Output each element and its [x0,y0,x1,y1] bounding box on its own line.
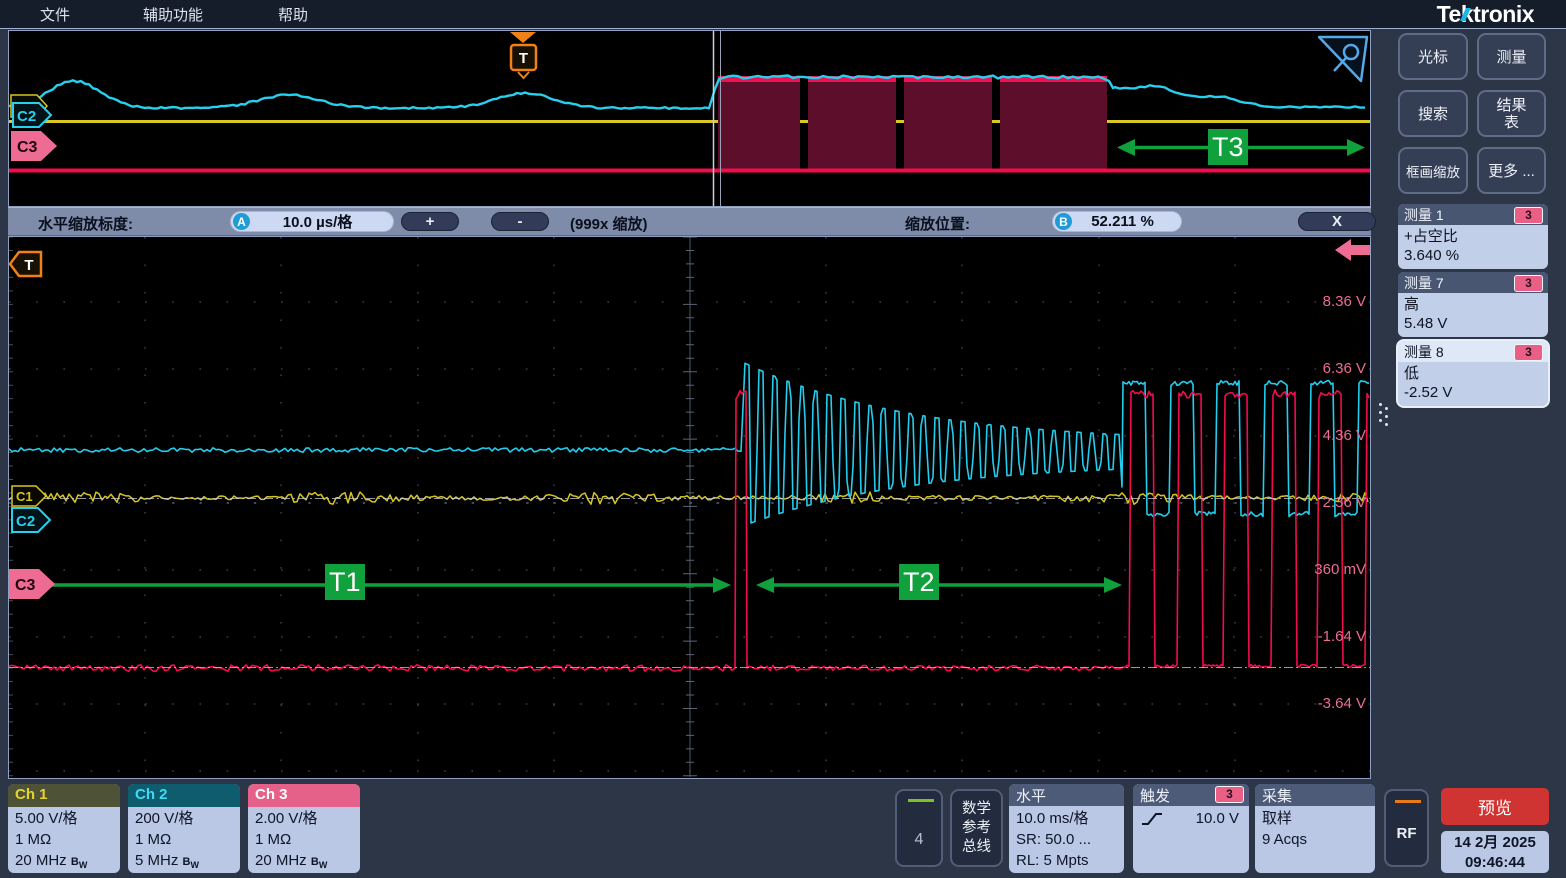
t1-annotation: T1 [325,564,365,600]
math-ref-bus-button[interactable]: 数学 参考 总线 [950,789,1003,867]
oscilloscope-screen: { "menu": {"items": ["文件", "辅助功能", "帮助"]… [0,0,1566,878]
trigger-badge[interactable]: 触发 3 10.0 V [1133,784,1249,873]
trigger-level-marker[interactable]: T [10,252,41,276]
horizontal-badge[interactable]: 水平 10.0 ms/格 SR: 50.0 ... RL: 5 Mpts [1009,784,1124,873]
svg-text:C3: C3 [17,139,38,156]
measurement-badge-8[interactable]: 测量 8 3 低-2.52 V [1398,341,1548,406]
t2-arrow [756,577,1122,593]
t3-annotation: T3 [1208,129,1248,165]
box-zoom-button[interactable]: 框画缩放 [1398,147,1468,194]
voltage-label: 8.36 V [1270,293,1366,311]
svg-text:C3: C3 [15,577,36,594]
zoom-flag-icon[interactable] [1319,37,1367,81]
svg-text:C2: C2 [17,108,36,125]
channel3-label[interactable]: C3 [9,569,55,599]
overview-channel3-label[interactable]: C3 [11,131,57,161]
acquisition-badge[interactable]: 采集 取样 9 Acqs [1255,784,1375,873]
voltage-label: 6.36 V [1270,360,1366,378]
zoom-in-button[interactable]: + [401,212,459,231]
trigger-source-badge: 3 [1215,786,1244,803]
source-badge: 3 [1514,275,1543,292]
knob-a-icon: A [233,213,250,230]
graticule-grid [9,237,1370,777]
cursors-button[interactable]: 光标 [1398,33,1468,80]
trigger-position-marker[interactable]: T [510,32,536,78]
bandwidth-icon: BW [183,856,199,868]
t2-annotation: T2 [899,564,939,600]
measurement-badge-7[interactable]: 测量 7 3 高5.48 V [1398,272,1548,337]
main-waveforms: C1 C2 C3 T [9,237,1370,777]
menu-help[interactable]: 帮助 [278,4,308,25]
menu-file[interactable]: 文件 [40,4,70,25]
source-badge: 3 [1514,207,1543,224]
waveform-overview-panel[interactable]: T C1 C2 C3 [8,30,1371,207]
preview-button[interactable]: 预览 [1441,788,1549,825]
svg-text:C1: C1 [16,489,33,504]
zoom-position-label: 缩放位置: [905,213,970,234]
zoom-scale-knob[interactable]: A 10.0 µs/格 [230,211,394,232]
zoom-position-knob[interactable]: B 52.211 % [1052,211,1182,232]
menu-utility[interactable]: 辅助功能 [143,4,203,25]
main-waveform-panel[interactable]: C1 C2 C3 T [8,236,1371,779]
channel2-label[interactable]: C2 [12,508,50,532]
svg-text:C2: C2 [16,513,35,530]
bottom-status-bar: Ch 1 5.00 V/格 1 MΩ 20 MHz BW Ch 2 200 V/… [0,779,1566,878]
channel1-label[interactable]: C1 [12,486,46,506]
bandwidth-icon: BW [71,856,87,868]
rf-color-bar [1395,800,1421,803]
menu-bar: 文件 辅助功能 帮助 Tektronix [0,0,1566,29]
add-channel4-button[interactable]: 4 [895,789,943,867]
zoom-factor-label: (999x 缩放) [570,213,648,234]
voltage-label: -3.64 V [1270,695,1366,713]
voltage-label: -1.64 V [1270,628,1366,646]
zoom-scale-label: 水平缩放标度: [38,213,133,234]
results-table-button[interactable]: 结果表 [1477,90,1546,137]
zoom-control-bar: 水平缩放标度: A 10.0 µs/格 + - (999x 缩放) 缩放位置: … [8,207,1371,236]
svg-text:T: T [519,50,528,67]
channel3-badge[interactable]: Ch 3 2.00 V/格 1 MΩ 20 MHz BW [248,784,360,873]
rf-button[interactable]: RF [1384,789,1429,867]
measure-button[interactable]: 测量 [1477,33,1546,80]
voltage-label: 360 mV [1270,561,1366,579]
channel4-color-bar [908,799,934,802]
voltage-label: 2.36 V [1270,494,1366,512]
measurement-badge-1[interactable]: 测量 1 3 +占空比3.640 % [1398,204,1548,269]
waveform-traces [9,363,1369,671]
search-button[interactable]: 搜索 [1398,90,1468,137]
t1-arrow [15,577,731,593]
overview-traces [9,76,1370,172]
zoom-out-button[interactable]: - [491,212,549,231]
svg-text:T: T [24,257,33,274]
trigger-position-arrow[interactable] [1335,239,1370,261]
rising-edge-icon [1140,810,1164,828]
bandwidth-icon: BW [311,856,327,868]
tektronix-logo: Tektronix [1437,1,1534,28]
channel1-badge[interactable]: Ch 1 5.00 V/格 1 MΩ 20 MHz BW [8,784,120,873]
zoom-close-button[interactable]: X [1298,212,1376,231]
datetime-display: 14 2月 2025 09:46:44 [1441,831,1549,873]
voltage-label: 4.36 V [1270,427,1366,445]
overview-waveforms: T C1 C2 C3 [9,31,1370,206]
channel2-badge[interactable]: Ch 2 200 V/格 1 MΩ 5 MHz BW [128,784,240,873]
more-button[interactable]: 更多 ... [1477,147,1546,194]
knob-b-icon: B [1055,213,1072,230]
source-badge: 3 [1514,344,1543,361]
